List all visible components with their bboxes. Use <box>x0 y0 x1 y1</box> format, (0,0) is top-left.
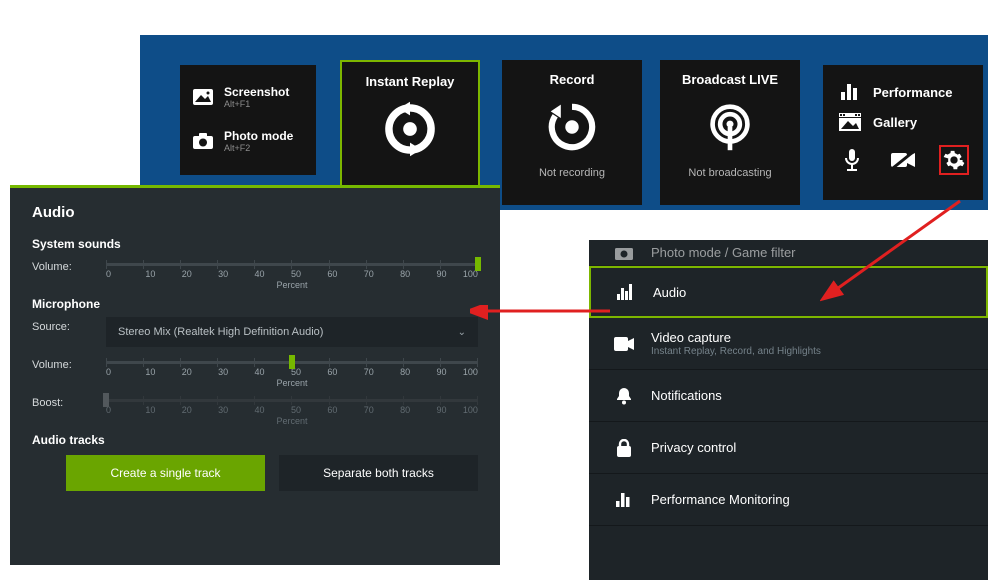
overlay-performance-label: Performance <box>873 85 952 100</box>
sidebar-item-notifications[interactable]: Notifications <box>589 370 988 422</box>
photomode-label: Photo mode <box>224 129 293 143</box>
screenshot-icon <box>192 86 214 108</box>
boost-slider[interactable]: 0102030405060708090100Percent <box>106 393 478 427</box>
settings-sidebar: Photo mode / Game filter Audio Video cap… <box>589 240 988 580</box>
lock-icon <box>609 439 639 457</box>
overlay-side-column: Performance Gallery <box>823 65 983 200</box>
photomode-sidebar-icon <box>609 246 639 260</box>
screenshot-label: Screenshot <box>224 85 289 99</box>
bell-icon <box>609 387 639 405</box>
overlay-performance-item[interactable]: Performance <box>837 77 969 107</box>
videocam-icon <box>609 337 639 351</box>
mic-icon[interactable] <box>837 145 867 175</box>
broadcast-label: Broadcast LIVE <box>660 72 800 87</box>
sidebar-item-performance-monitoring[interactable]: Performance Monitoring <box>589 474 988 526</box>
broadcast-tile[interactable]: Broadcast LIVE Not broadcasting <box>660 60 800 205</box>
microphone-header: Microphone <box>32 297 478 311</box>
broadcast-icon <box>660 87 800 167</box>
sidebar-item-label: Notifications <box>651 388 722 403</box>
instant-replay-icon <box>342 89 478 169</box>
bars-icon <box>609 493 639 507</box>
share-overlay-bar: Screenshot Alt+F1 Photo mode Alt+F2 Inst… <box>140 35 988 210</box>
record-label: Record <box>502 72 642 87</box>
sidebar-item-video-capture[interactable]: Video capture Instant Replay, Record, an… <box>589 318 988 370</box>
sidebar-item-label: Photo mode / Game filter <box>651 245 796 260</box>
record-tile[interactable]: Record Not recording <box>502 60 642 205</box>
overlay-gallery-item[interactable]: Gallery <box>837 107 969 137</box>
mic-volume-label: Volume: <box>32 355 106 371</box>
sidebar-item-photomode-partial[interactable]: Photo mode / Game filter <box>589 240 988 266</box>
mic-source-value: Stereo Mix (Realtek High Definition Audi… <box>118 326 323 338</box>
photomode-shortcut: Alt+F2 <box>224 143 293 153</box>
create-single-track-button[interactable]: Create a single track <box>66 455 265 491</box>
record-icon <box>502 87 642 167</box>
button-label: Create a single track <box>110 466 220 480</box>
audio-settings-panel: Audio System sounds Volume: 010203040506… <box>10 185 500 565</box>
photomode-tile[interactable]: Photo mode Alt+F2 <box>192 119 304 163</box>
sidebar-item-label: Video capture <box>651 330 821 345</box>
boost-label: Boost: <box>32 393 106 409</box>
gear-icon[interactable] <box>939 145 969 175</box>
instant-replay-label: Instant Replay <box>342 74 478 89</box>
broadcast-status: Not broadcasting <box>660 167 800 179</box>
screenshot-shortcut: Alt+F1 <box>224 99 289 109</box>
system-volume-slider[interactable]: 0102030405060708090100Percent <box>106 257 478 291</box>
system-volume-label: Volume: <box>32 257 106 273</box>
record-status: Not recording <box>502 167 642 179</box>
audio-tracks-header: Audio tracks <box>32 433 478 447</box>
mic-source-label: Source: <box>32 317 106 333</box>
sidebar-item-label: Privacy control <box>651 440 736 455</box>
camera-icon <box>192 130 214 152</box>
sidebar-item-label: Performance Monitoring <box>651 492 790 507</box>
separate-both-tracks-button[interactable]: Separate both tracks <box>279 455 478 491</box>
mic-volume-slider[interactable]: 0102030405060708090100Percent <box>106 355 478 389</box>
sidebar-item-privacy[interactable]: Privacy control <box>589 422 988 474</box>
sidebar-item-audio[interactable]: Audio <box>589 266 988 318</box>
gallery-icon <box>837 112 863 132</box>
button-label: Separate both tracks <box>323 466 434 480</box>
sidebar-item-sub: Instant Replay, Record, and Highlights <box>651 346 821 357</box>
overlay-gallery-label: Gallery <box>873 115 917 130</box>
equalizer-icon <box>611 284 641 300</box>
mic-source-dropdown[interactable]: Stereo Mix (Realtek High Definition Audi… <box>106 317 478 347</box>
bars-icon <box>837 82 863 102</box>
system-sounds-header: System sounds <box>32 237 478 251</box>
instant-replay-tile[interactable]: Instant Replay <box>340 60 480 205</box>
overlay-left-column: Screenshot Alt+F1 Photo mode Alt+F2 <box>180 65 316 175</box>
sidebar-item-label: Audio <box>653 285 686 300</box>
camera-off-icon[interactable] <box>888 145 918 175</box>
audio-panel-title: Audio <box>32 204 478 221</box>
screenshot-tile[interactable]: Screenshot Alt+F1 <box>192 75 304 119</box>
chevron-down-icon: ⌄ <box>458 327 466 338</box>
